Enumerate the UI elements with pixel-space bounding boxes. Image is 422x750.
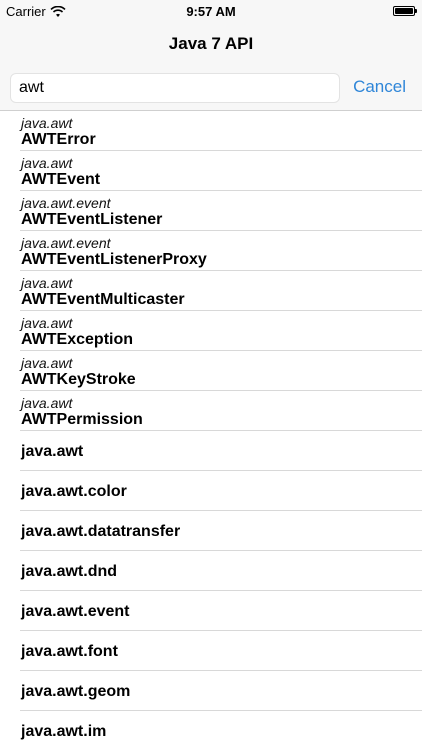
status-time: 9:57 AM bbox=[186, 4, 236, 19]
status-bar: Carrier 9:57 AM bbox=[0, 0, 422, 22]
list-item[interactable]: java.awt.event AWTEventListener bbox=[20, 191, 422, 231]
battery-icon bbox=[393, 6, 417, 16]
list-item-name: java.awt.event bbox=[21, 603, 130, 620]
list-item[interactable]: java.awt AWTEvent bbox=[20, 151, 422, 191]
list-item-package: java.awt.event bbox=[21, 235, 111, 251]
list-item[interactable]: java.awt.font bbox=[20, 631, 422, 671]
list-item-name: AWTEventListener bbox=[21, 211, 163, 228]
list-item-name: AWTException bbox=[21, 331, 134, 348]
list-item[interactable]: java.awt AWTPermission bbox=[20, 391, 422, 431]
list-item[interactable]: java.awt.event bbox=[20, 591, 422, 631]
list-item-name: java.awt.geom bbox=[21, 683, 131, 700]
list-item-name: java.awt bbox=[21, 443, 84, 460]
list-item-package: java.awt bbox=[21, 315, 73, 331]
list-item[interactable]: java.awt.im bbox=[20, 711, 422, 750]
list-item-package: java.awt bbox=[21, 395, 73, 411]
list-item-package: java.awt bbox=[21, 155, 73, 171]
list-item[interactable]: java.awt.color bbox=[20, 471, 422, 511]
list-item[interactable]: java.awt.geom bbox=[20, 671, 422, 711]
search-field[interactable] bbox=[10, 73, 340, 103]
list-item-name: AWTEvent bbox=[21, 171, 101, 188]
list-item[interactable]: java.awt.event AWTEventListenerProxy bbox=[20, 231, 422, 271]
page-title: Java 7 API bbox=[168, 34, 254, 53]
list-item-name: AWTError bbox=[21, 131, 96, 148]
list-item-name: java.awt.color bbox=[21, 483, 127, 500]
list-item[interactable]: java.awt AWTKeyStroke bbox=[20, 351, 422, 391]
list-item-name: java.awt.datatransfer bbox=[21, 523, 181, 540]
list-item-package: java.awt bbox=[21, 275, 73, 291]
list-item[interactable]: java.awt AWTEventMulticaster bbox=[20, 271, 422, 311]
cancel-button[interactable]: Cancel bbox=[353, 77, 406, 97]
list-item[interactable]: java.awt.dnd bbox=[20, 551, 422, 591]
search-bar: Cancel bbox=[0, 66, 422, 110]
results-list[interactable]: java.awt AWTError java.awt AWTEvent java.awt… bbox=[0, 111, 422, 750]
list-item-name: java.awt.font bbox=[21, 643, 118, 660]
list-item[interactable]: java.awt AWTException bbox=[20, 311, 422, 351]
list-item-name: java.awt.dnd bbox=[21, 563, 118, 580]
list-item-name: AWTPermission bbox=[21, 411, 143, 428]
search-input[interactable] bbox=[11, 74, 339, 102]
list-item-name: AWTEventMulticaster bbox=[21, 291, 185, 308]
list-item[interactable]: java.awt AWTError bbox=[20, 111, 422, 151]
list-item[interactable]: java.awt bbox=[20, 431, 422, 471]
list-item-package: java.awt bbox=[21, 115, 73, 131]
list-item-name: java.awt.im bbox=[21, 723, 107, 740]
list-item[interactable]: java.awt.datatransfer bbox=[20, 511, 422, 551]
top-bar: Carrier 9:57 AM Java 7 API Cancel bbox=[0, 0, 422, 111]
list-item-package: java.awt bbox=[21, 355, 73, 371]
list-item-name: AWTEventListenerProxy bbox=[21, 251, 207, 268]
list-item-package: java.awt.event bbox=[21, 195, 111, 211]
list-item-name: AWTKeyStroke bbox=[21, 371, 136, 388]
